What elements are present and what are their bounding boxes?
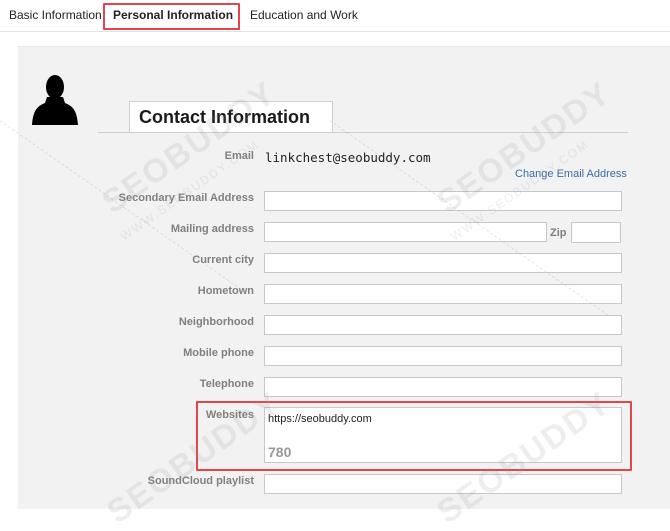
section-divider (98, 132, 628, 133)
tab-bar: Basic Information Personal Information E… (0, 0, 670, 32)
soundcloud-label: SoundCloud playlist (147, 475, 254, 487)
telephone-label: Telephone (199, 378, 254, 390)
tab-basic-information[interactable]: Basic Information (9, 0, 102, 31)
highlight-personal-tab (103, 3, 240, 30)
neighborhood-label: Neighborhood (178, 316, 254, 328)
avatar-silhouette-icon (32, 75, 78, 125)
hometown-label: Hometown (197, 285, 254, 297)
highlight-websites (196, 401, 632, 471)
zip-field[interactable] (571, 222, 621, 243)
mobile-phone-field[interactable] (264, 346, 622, 366)
neighborhood-field[interactable] (264, 315, 622, 335)
secondary-email-field[interactable] (264, 191, 622, 211)
secondary-email-label: Secondary Email Address (118, 192, 254, 204)
email-label: Email (224, 150, 254, 162)
telephone-field[interactable] (264, 377, 622, 397)
email-value: linkchest@seobuddy.com (265, 150, 431, 165)
section-title: Contact Information (139, 107, 310, 127)
mailing-address-field[interactable] (264, 222, 547, 242)
change-email-link[interactable]: Change Email Address (515, 168, 627, 180)
tab-education-and-work[interactable]: Education and Work (250, 0, 358, 31)
hometown-field[interactable] (264, 284, 622, 304)
zip-label: Zip (550, 227, 567, 239)
current-city-label: Current city (192, 254, 254, 266)
mailing-address-label: Mailing address (170, 223, 254, 235)
soundcloud-field[interactable] (264, 474, 622, 494)
mobile-phone-label: Mobile phone (183, 347, 254, 359)
current-city-field[interactable] (264, 253, 622, 273)
